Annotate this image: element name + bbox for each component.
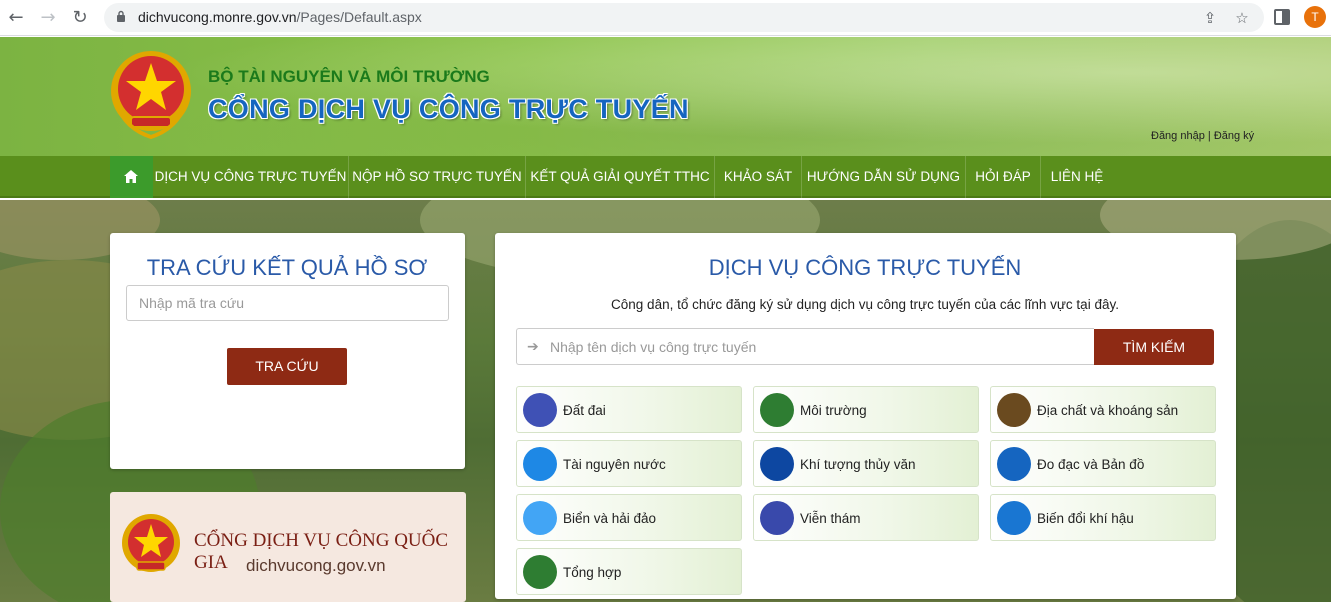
category-label: Đất đai [563, 403, 606, 418]
category-surveying-mapping[interactable]: Đo đạc và Bản đồ [990, 440, 1216, 487]
category-label: Đo đạc và Bản đồ [1037, 457, 1145, 472]
site-header: BỘ TÀI NGUYÊN VÀ MÔI TRƯỜNG CỔNG DỊCH VỤ… [0, 37, 1331, 156]
hydrometeorology-icon [760, 447, 794, 481]
lookup-title: TRA CỨU KẾT QUẢ HỒ SƠ [146, 255, 428, 280]
ministry-name: BỘ TÀI NGUYÊN VÀ MÔI TRƯỜNG [208, 67, 490, 86]
home-icon [124, 170, 138, 183]
category-climate-change[interactable]: Biến đổi khí hậu [990, 494, 1216, 541]
land-icon [523, 393, 557, 427]
side-panel-icon[interactable] [1274, 9, 1290, 25]
nav-submit-online[interactable]: NỘP HỒ SƠ TRỰC TUYẾN [349, 156, 526, 198]
nav-user-guide[interactable]: HƯỚNG DẪN SỬ DỤNG [802, 156, 966, 198]
url-text: dichvucong.monre.gov.vn/Pages/Default.as… [138, 9, 422, 25]
national-portal-url: dichvucong.gov.vn [246, 556, 386, 575]
service-search-input[interactable] [550, 329, 1090, 364]
category-label: Khí tượng thủy văn [800, 457, 916, 472]
auth-links: Đăng nhập | Đăng ký [1151, 130, 1255, 142]
category-label: Môi trường [800, 403, 867, 418]
lookup-button[interactable]: TRA CỨU [227, 348, 347, 385]
share-icon[interactable]: ⇪ [1202, 10, 1218, 26]
general-icon [523, 555, 557, 589]
search-button[interactable]: TÌM KIẾM [1094, 329, 1214, 365]
category-label: Biến đổi khí hậu [1037, 511, 1134, 526]
category-remote-sensing[interactable]: Viễn thám [753, 494, 979, 541]
lookup-code-input[interactable] [126, 285, 449, 321]
portal-title: CỔNG DỊCH VỤ CÔNG TRỰC TUYẾN [208, 94, 689, 124]
services-title: DỊCH VỤ CÔNG TRỰC TUYẾN [708, 255, 1022, 280]
sea-icon [523, 501, 557, 535]
category-environment[interactable]: Môi trường [753, 386, 979, 433]
category-label: Địa chất và khoáng sản [1037, 403, 1179, 418]
service-search-box: ➔ [516, 328, 1094, 365]
category-geology[interactable]: Địa chất và khoáng sản [990, 386, 1216, 433]
national-emblem-logo [111, 51, 191, 140]
national-emblem-logo [122, 514, 180, 572]
category-label: Tổng hợp [563, 565, 622, 580]
geology-icon [997, 393, 1031, 427]
main-nav: DỊCH VỤ CÔNG TRỰC TUYẾN NỘP HỒ SƠ TRỰC T… [0, 156, 1331, 198]
lookup-panel: TRA CỨU KẾT QUẢ HỒ SƠ TRA CỨU [110, 233, 465, 469]
services-subtitle: Công dân, tổ chức đăng ký sử dụng dịch v… [611, 297, 1119, 312]
back-icon[interactable]: ← [4, 6, 28, 30]
category-label: Tài nguyên nước [563, 457, 666, 472]
register-link[interactable]: Đăng ký [1214, 130, 1254, 142]
climate-change-icon [997, 501, 1031, 535]
national-portal-banner[interactable]: CỔNG DỊCH VỤ CÔNG QUỐC GIA dichvucong.go… [110, 492, 466, 602]
arrow-right-icon: ➔ [527, 339, 539, 355]
nav-faq[interactable]: HỎI ĐÁP [966, 156, 1041, 198]
nav-contact[interactable]: LIÊN HỆ [1041, 156, 1113, 198]
mapping-icon [997, 447, 1031, 481]
nav-online-services[interactable]: DỊCH VỤ CÔNG TRỰC TUYẾN [153, 156, 349, 198]
reload-icon[interactable]: ↻ [68, 6, 92, 30]
category-label: Viễn thám [800, 511, 861, 526]
category-general[interactable]: Tổng hợp [516, 548, 742, 595]
category-sea-islands[interactable]: Biển và hải đảo [516, 494, 742, 541]
star-icon[interactable]: ☆ [1234, 10, 1250, 26]
category-water-resources[interactable]: Tài nguyên nước [516, 440, 742, 487]
address-bar[interactable]: dichvucong.monre.gov.vn/Pages/Default.as… [104, 3, 1264, 32]
online-services-panel: DỊCH VỤ CÔNG TRỰC TUYẾN Công dân, tổ chứ… [495, 233, 1236, 599]
lock-icon [117, 10, 125, 22]
login-link[interactable]: Đăng nhập [1151, 130, 1205, 142]
profile-avatar[interactable]: T [1304, 6, 1326, 28]
remote-sensing-icon [760, 501, 794, 535]
water-icon [523, 447, 557, 481]
environment-icon [760, 393, 794, 427]
nav-home[interactable] [110, 156, 153, 198]
category-land[interactable]: Đất đai [516, 386, 742, 433]
forward-icon[interactable]: → [36, 6, 60, 30]
browser-toolbar: ← → ↻ dichvucong.monre.gov.vn/Pages/Defa… [0, 0, 1331, 36]
nav-survey[interactable]: KHẢO SÁT [715, 156, 802, 198]
nav-results[interactable]: KẾT QUẢ GIẢI QUYẾT TTHC [526, 156, 715, 198]
category-hydrometeorology[interactable]: Khí tượng thủy văn [753, 440, 979, 487]
category-label: Biển và hải đảo [563, 511, 657, 526]
